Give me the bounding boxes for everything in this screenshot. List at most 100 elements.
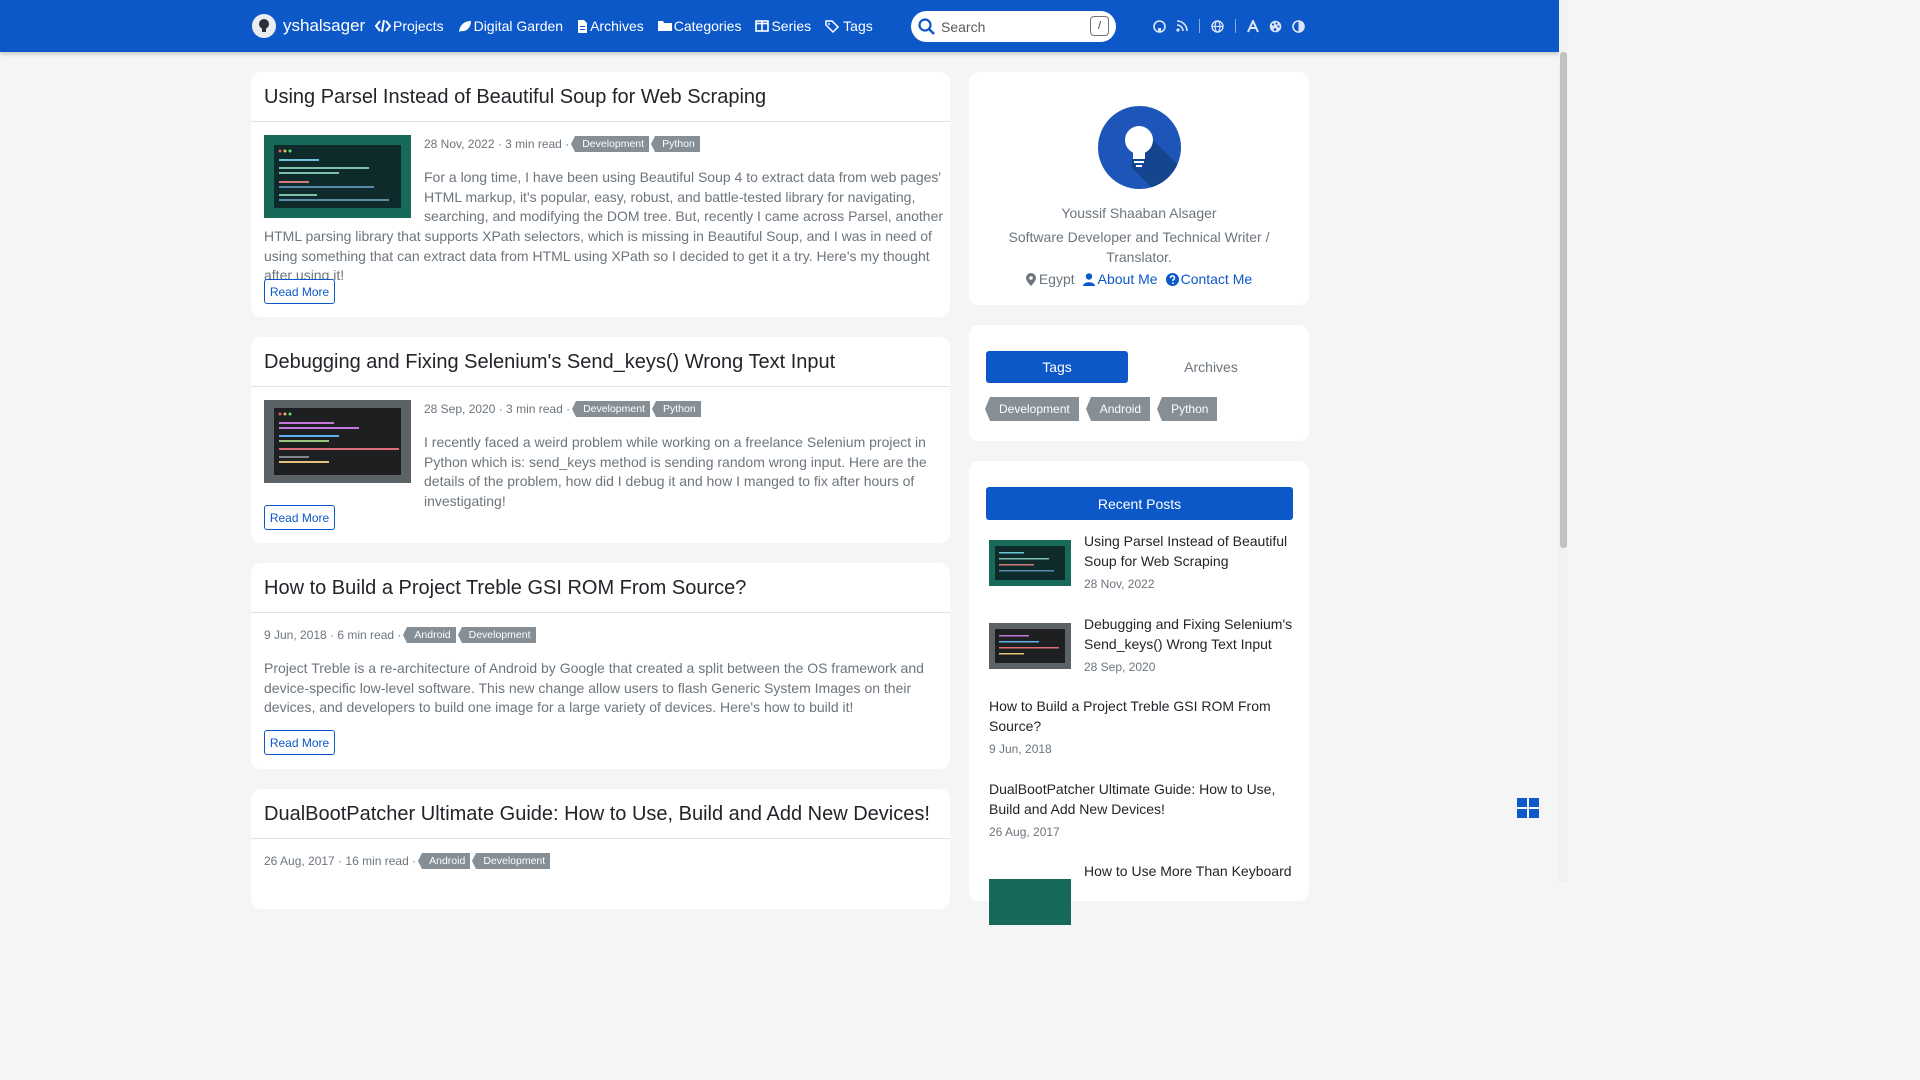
recent-post-title[interactable]: How to Use More Than Keyboard [1084, 862, 1293, 882]
post-excerpt: I recently faced a weird problem while w… [424, 434, 927, 509]
tools-divider [1235, 19, 1236, 33]
post-meta: 9 Jun, 2018 · 6 min read · Android Devel… [264, 627, 536, 643]
read-more-button[interactable]: Read More [264, 279, 335, 304]
post-title[interactable]: DualBootPatcher Ultimate Guide: How to U… [264, 803, 930, 826]
recent-post-date: 9 Jun, 2018 [989, 742, 1052, 757]
read-more-button[interactable]: Read More [264, 505, 335, 530]
page-scrollbar-thumb[interactable] [1560, 52, 1567, 548]
user-icon [1082, 272, 1095, 286]
nav-archives[interactable]: Archives [577, 18, 644, 34]
post-divider [251, 121, 950, 122]
post-thumbnail[interactable] [264, 135, 411, 218]
post-meta: 26 Aug, 2017 · 16 min read · Android Dev… [264, 853, 551, 869]
map-marker-icon [1025, 272, 1036, 286]
contrast-icon[interactable] [1292, 19, 1305, 33]
recent-post-thumbnail[interactable] [989, 623, 1071, 669]
recent-post-item[interactable]: How to Build a Project Treble GSI ROM Fr… [989, 697, 1293, 756]
post-meta: 28 Nov, 2022 · 3 min read · Development … [424, 136, 700, 152]
post-tag[interactable]: Development [457, 627, 536, 643]
post-tag[interactable]: Python [651, 136, 700, 152]
question-circle-icon [1165, 272, 1179, 286]
rss-icon[interactable] [1176, 20, 1188, 32]
post-card: Using Parsel Instead of Beautiful Soup f… [251, 72, 950, 317]
post-divider [251, 386, 950, 387]
tag-cloud: Development Android Python [985, 397, 1229, 421]
tab-tags[interactable]: Tags [986, 351, 1128, 383]
author-location: Egypt [1025, 271, 1075, 287]
palette-icon[interactable] [1269, 20, 1282, 33]
post-date-readtime: 28 Sep, 2020 · 3 min read · [424, 402, 571, 416]
columns-icon [755, 20, 770, 32]
globe-icon[interactable] [1211, 19, 1224, 33]
recent-post-item[interactable]: Debugging and Fixing Selenium's Send_key… [989, 615, 1293, 674]
code-icon [375, 20, 391, 32]
recent-posts-header: Recent Posts [986, 487, 1293, 520]
post-title[interactable]: Debugging and Fixing Selenium's Send_key… [264, 351, 835, 374]
post-card: How to Build a Project Treble GSI ROM Fr… [251, 563, 950, 769]
file-icon [578, 19, 588, 33]
post-tag[interactable]: Development [571, 136, 650, 152]
search-icon [918, 18, 935, 35]
about-me-label: About Me [1097, 271, 1158, 287]
avatar [1098, 106, 1181, 189]
recent-post-title[interactable]: DualBootPatcher Ultimate Guide: How to U… [989, 780, 1293, 819]
nav-series-label: Series [771, 18, 812, 34]
recent-post-title[interactable]: Using Parsel Instead of Beautiful Soup f… [1084, 532, 1293, 571]
post-divider [251, 838, 950, 839]
author-bio: Software Developer and Technical Writer … [1008, 229, 1270, 265]
folder-icon [657, 21, 672, 31]
post-tag[interactable]: Development [572, 401, 650, 417]
recent-post-item[interactable]: DualBootPatcher Ultimate Guide: How to U… [989, 780, 1293, 839]
taxonomy-tabs: Tags Archives [986, 351, 1293, 383]
post-date-readtime: 26 Aug, 2017 · 16 min read · [264, 854, 417, 868]
contact-me-link[interactable]: Contact Me [1165, 271, 1252, 287]
read-more-button[interactable]: Read More [264, 730, 335, 755]
tools-divider [1199, 19, 1200, 33]
author-links: Egypt About Me Contact Me [969, 271, 1309, 287]
search-box[interactable]: / [911, 11, 1116, 42]
grid-menu-icon[interactable] [1517, 798, 1540, 819]
post-date-readtime: 28 Nov, 2022 · 3 min read · [424, 137, 570, 151]
leaf-icon [458, 20, 471, 32]
nav-tags[interactable]: Tags [825, 18, 873, 34]
recent-post-item[interactable]: Using Parsel Instead of Beautiful Soup f… [989, 532, 1293, 591]
nav-projects[interactable]: Projects [375, 18, 444, 34]
nav-digital-garden[interactable]: Digital Garden [458, 18, 563, 34]
taxonomy-card: Tags Archives Development Android Python [969, 325, 1309, 441]
post-tag[interactable]: Development [472, 853, 551, 869]
lightbulb-logo-icon [252, 14, 276, 38]
font-icon[interactable] [1247, 19, 1259, 33]
post-meta: 28 Sep, 2020 · 3 min read · Development … [424, 401, 701, 417]
recent-post-title[interactable]: Debugging and Fixing Selenium's Send_key… [1084, 615, 1293, 654]
tab-archives[interactable]: Archives [1140, 351, 1282, 383]
post-thumbnail[interactable] [264, 400, 411, 483]
recent-post-thumbnail[interactable] [989, 879, 1071, 925]
nav-tags-label: Tags [843, 18, 873, 34]
about-me-link[interactable]: About Me [1082, 271, 1158, 287]
search-input[interactable] [941, 18, 1091, 35]
nav-categories-label: Categories [673, 18, 742, 34]
recent-posts-card: Recent Posts Using Parsel Instead of Bea… [969, 461, 1309, 925]
post-title[interactable]: How to Build a Project Treble GSI ROM Fr… [264, 577, 746, 600]
post-tag[interactable]: Python [651, 401, 701, 417]
post-tag[interactable]: Android [403, 627, 456, 643]
profile-card: Youssif Shaaban Alsager Software Develop… [969, 72, 1309, 305]
nav-categories[interactable]: Categories [657, 18, 742, 34]
main-nav: Projects Digital Garden Archives Categor… [375, 0, 887, 52]
tag-development[interactable]: Development [985, 397, 1079, 421]
post-tag[interactable]: Android [418, 853, 471, 869]
github-icon[interactable] [1153, 19, 1166, 33]
recent-post-title[interactable]: How to Build a Project Treble GSI ROM Fr… [989, 697, 1293, 736]
recent-post-thumbnail[interactable] [989, 540, 1071, 586]
brand-link[interactable]: yshalsager [252, 13, 365, 39]
tag-android[interactable]: Android [1085, 397, 1151, 421]
post-divider [251, 612, 950, 613]
post-date-readtime: 9 Jun, 2018 · 6 min read · [264, 628, 402, 642]
post-excerpt-continued: HTML parsing library that supports XPath… [264, 228, 932, 284]
post-title[interactable]: Using Parsel Instead of Beautiful Soup f… [264, 86, 766, 109]
recent-post-item[interactable]: How to Use More Than Keyboard [989, 862, 1293, 925]
tag-python[interactable]: Python [1157, 397, 1218, 421]
search-shortcut-key: / [1090, 16, 1109, 36]
nav-series[interactable]: Series [755, 18, 811, 34]
recent-post-date: 28 Nov, 2022 [1084, 577, 1155, 592]
